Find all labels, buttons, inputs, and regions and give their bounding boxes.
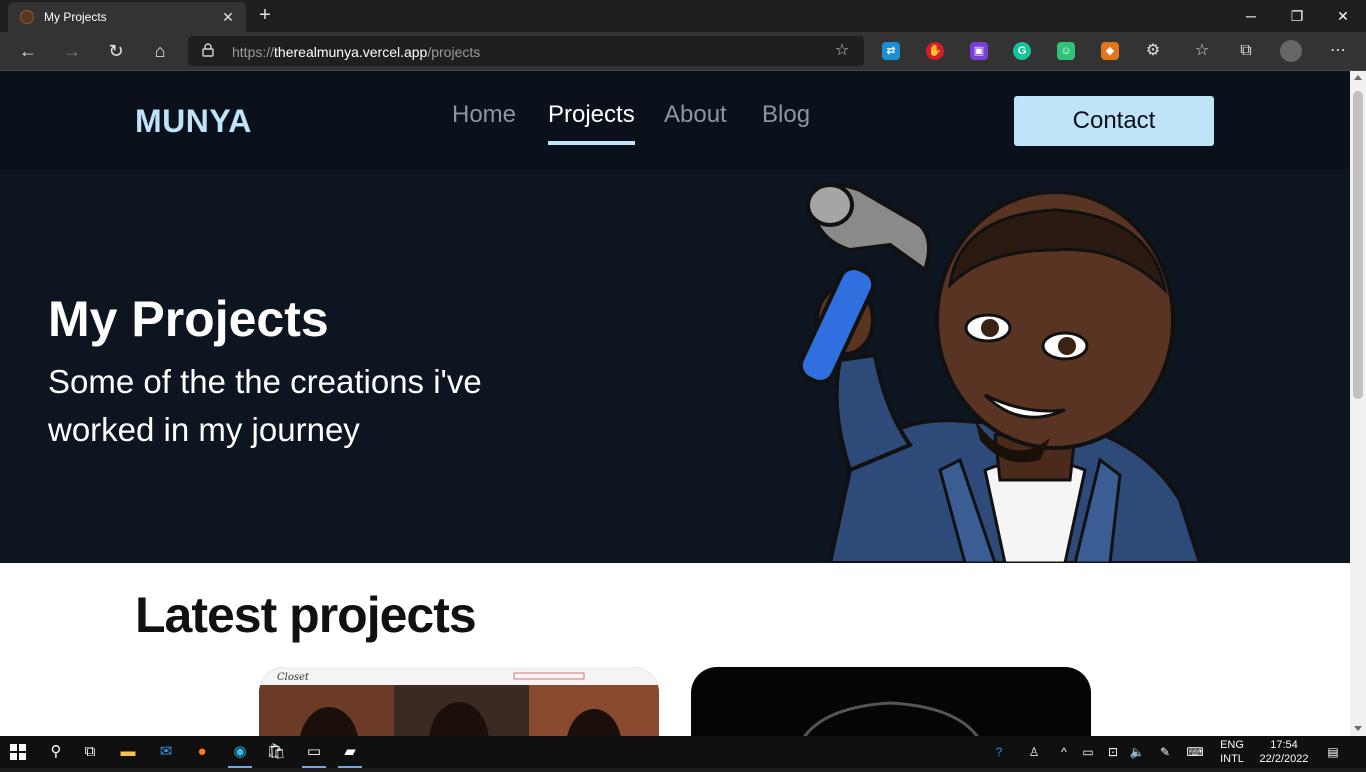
project-card[interactable]: Closet [259,667,659,736]
clock[interactable]: 17:54 22/2/2022 [1252,738,1316,766]
hero-section: My Projects Some of the the creations i'… [0,170,1350,563]
extension-metamask-icon[interactable]: ◆ [1101,42,1119,60]
language-code: ENG [1220,739,1244,751]
refresh-icon[interactable]: ↻ [100,36,132,66]
page-viewport: MUNYA Home Projects About Blog Contact M… [0,71,1350,736]
tab-title: My Projects [44,10,107,24]
extension-adblock-icon[interactable]: ✋ [926,42,944,60]
language-indicator[interactable]: ENG INTL [1212,738,1252,766]
section-title-latest-projects: Latest projects [135,587,477,643]
home-icon[interactable]: ⌂ [144,36,176,66]
nav-home[interactable]: Home [452,101,516,129]
address-url: https://therealmunya.vercel.app/projects [232,44,481,60]
address-bar[interactable]: https://therealmunya.vercel.app/projects… [188,36,864,66]
clock-date: 22/2/2022 [1259,753,1309,765]
windows-taskbar: ⚲ ⧉ ▬ ✉ ● ◉ 🛍 ▭ ▰ ? ♙ ^ ▭ ⊡ 🔈 ✎ ⌨ ENG IN… [0,736,1366,768]
browser-titlebar: My Projects ✕ + ─ ❐ ✕ [0,0,1366,32]
minimize-icon[interactable]: ─ [1228,0,1274,32]
tray-chevron-icon[interactable]: ^ [1054,736,1074,768]
scroll-up-icon[interactable] [1354,75,1362,80]
extension-translate-icon[interactable]: ⇄ [882,42,900,60]
store-icon[interactable]: 🛍 [258,736,294,768]
tab-close-icon[interactable]: ✕ [218,7,238,27]
app-icon[interactable]: ▰ [332,736,368,768]
project-card-thumb-title: Closet [277,672,310,683]
volume-icon[interactable]: 🔈 [1126,736,1148,768]
browser-toolbar: ← → ↻ ⌂ https://therealmunya.vercel.app/… [0,32,1366,71]
window-close-icon[interactable]: ✕ [1320,0,1366,32]
keyboard-icon[interactable]: ⌨ [1182,736,1208,768]
nav-projects[interactable]: Projects [548,101,635,145]
file-explorer-icon[interactable]: ▬ [110,736,146,768]
edge-icon[interactable]: ◉ [222,736,258,768]
favorites-icon[interactable]: ☆ [1190,39,1214,63]
battery-icon[interactable]: ▭ [1078,736,1098,768]
browser-tab[interactable]: My Projects ✕ [8,2,246,32]
clock-time: 17:54 [1270,739,1298,751]
site-logo[interactable]: MUNYA [135,103,252,140]
hero-title: My Projects [48,291,329,347]
pen-icon[interactable]: ✎ [1154,736,1176,768]
avatar-hammer-illustration [798,182,1203,563]
firefox-icon[interactable]: ● [184,736,220,768]
network-icon[interactable]: ⊡ [1102,736,1124,768]
extension-grammarly-icon[interactable]: G [1013,42,1031,60]
back-icon[interactable]: ← [12,36,44,66]
hero-subtitle: Some of the the creations i've worked in… [48,363,482,448]
restore-icon[interactable]: ❐ [1274,0,1320,32]
forward-icon[interactable]: → [56,36,88,66]
help-icon[interactable]: ? [986,736,1012,768]
tab-favicon-icon [20,10,34,24]
collections-icon[interactable]: ⧉ [1234,39,1258,63]
nav-about[interactable]: About [664,101,727,129]
site-navbar: MUNYA Home Projects About Blog Contact [0,71,1350,170]
start-windows-icon[interactable] [0,736,36,768]
new-tab-icon[interactable]: + [254,4,276,26]
contact-button[interactable]: Contact [1014,96,1214,146]
mail-icon[interactable]: ✉ [148,736,184,768]
keyboard-layout: INTL [1220,753,1244,765]
project-card-thumbnail [803,701,979,736]
scrollbar-thumb[interactable] [1353,91,1363,399]
people-icon[interactable]: ♙ [1022,736,1046,768]
project-card-thumbnail: Closet [259,667,659,736]
project-card[interactable] [691,667,1091,736]
profile-avatar-icon[interactable] [1280,40,1302,62]
extensions-icon[interactable]: ⚙ [1141,39,1165,63]
lock-icon [202,43,214,57]
task-view-icon[interactable]: ⧉ [72,736,108,768]
scroll-down-icon[interactable] [1354,726,1362,731]
extension-green-icon[interactable]: ☺ [1057,42,1075,60]
search-icon[interactable]: ⚲ [38,736,74,768]
nav-blog[interactable]: Blog [762,101,810,129]
notifications-icon[interactable]: ▤ [1320,736,1346,768]
extension-purple-icon[interactable]: ▣ [970,42,988,60]
page-scrollbar[interactable] [1350,71,1366,736]
more-menu-icon[interactable]: ⋯ [1326,39,1350,63]
terminal-icon[interactable]: ▭ [296,736,332,768]
add-favorite-icon[interactable]: ☆ [832,41,852,61]
